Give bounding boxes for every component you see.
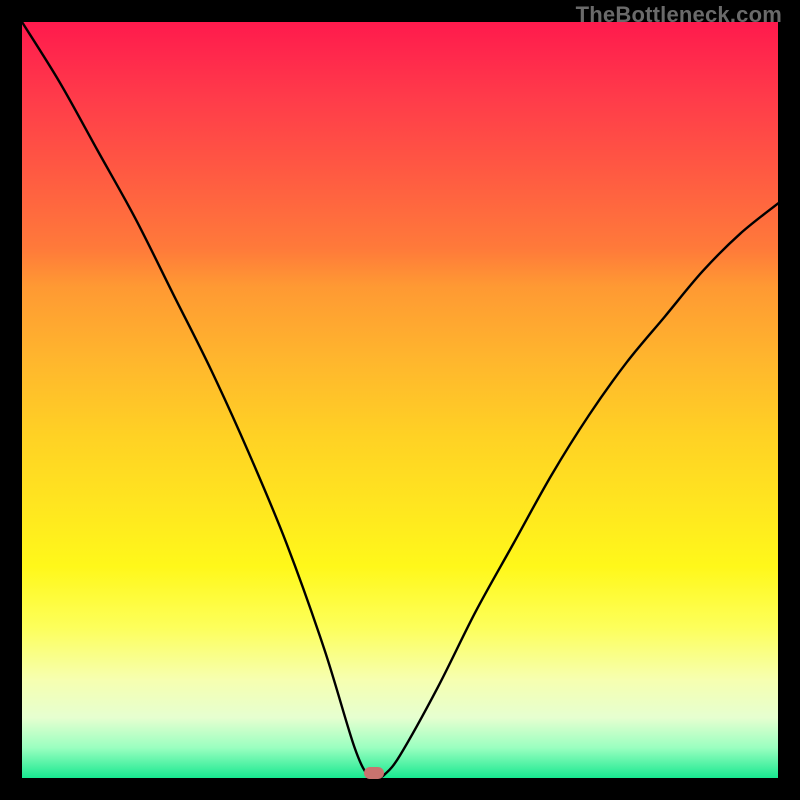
chart-container: TheBottleneck.com bbox=[0, 0, 800, 800]
minimum-marker bbox=[364, 767, 384, 779]
bottleneck-curve-path bbox=[22, 22, 778, 778]
curve-svg bbox=[22, 22, 778, 778]
